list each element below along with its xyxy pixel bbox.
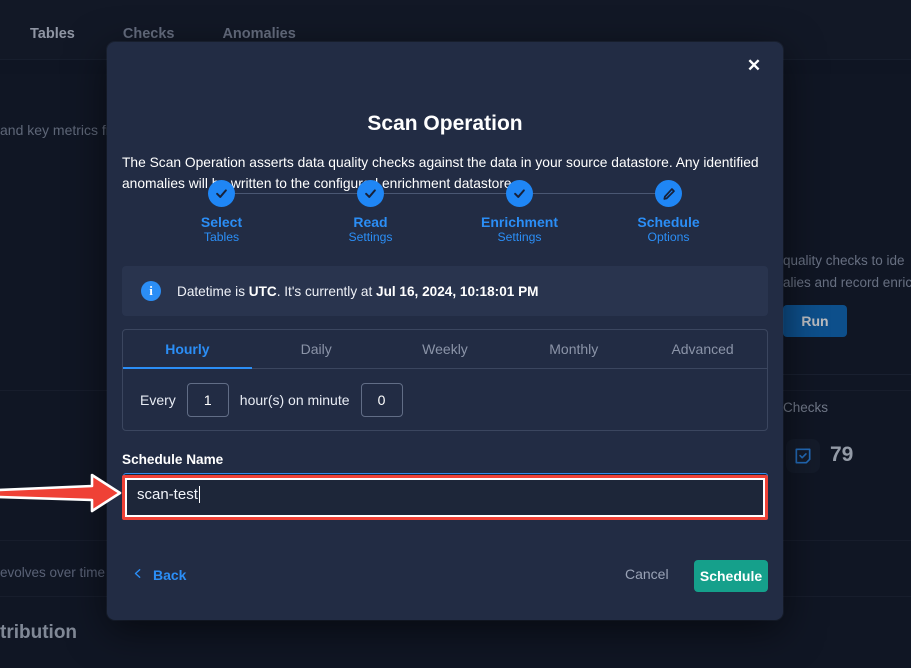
tab-monthly[interactable]: Monthly xyxy=(509,330,638,368)
step-select-tables-sub: Tables xyxy=(203,230,240,244)
schedule-tab-list: Hourly Daily Weekly Monthly Advanced xyxy=(123,330,767,369)
check-icon xyxy=(208,180,235,207)
close-icon[interactable]: ✕ xyxy=(741,52,767,78)
back-button-label: Back xyxy=(153,567,187,583)
step-schedule-options-title: Schedule xyxy=(637,214,700,230)
tab-daily[interactable]: Daily xyxy=(252,330,381,368)
step-enrichment-settings-sub: Settings xyxy=(497,230,542,244)
info-datetime: Jul 16, 2024, 10:18:01 PM xyxy=(376,283,539,299)
hours-input[interactable]: 1 xyxy=(186,383,229,417)
step-select-tables-title: Select xyxy=(200,214,243,230)
every-label: Every xyxy=(140,392,176,408)
step-read-settings[interactable]: Read Settings xyxy=(296,180,520,248)
hours-on-minute-label: hour(s) on minute xyxy=(239,392,350,408)
tab-hourly[interactable]: Hourly xyxy=(123,330,252,369)
wizard-stepper: Select Tables Read Settings Enrichment S… xyxy=(147,180,743,248)
datetime-info-banner: i Datetime is UTC. It's currently at Jul… xyxy=(122,266,768,316)
check-icon xyxy=(357,180,384,207)
schedule-name-label: Schedule Name xyxy=(122,452,224,467)
schedule-button[interactable]: Schedule xyxy=(694,560,768,592)
step-read-settings-sub: Settings xyxy=(348,230,393,244)
schedule-frequency-card: Hourly Daily Weekly Monthly Advanced Eve… xyxy=(122,329,768,431)
info-timezone: UTC xyxy=(248,283,277,299)
info-icon: i xyxy=(141,281,161,301)
dialog-title: Scan Operation xyxy=(367,112,523,135)
step-schedule-options[interactable]: Schedule Options xyxy=(594,180,743,248)
schedule-name-value: scan-test xyxy=(137,486,198,503)
back-button[interactable]: Back xyxy=(133,566,186,584)
scan-operation-dialog: ✕ Scan Operation The Scan Operation asse… xyxy=(107,42,783,620)
pencil-icon xyxy=(655,180,682,207)
info-middle: . It's currently at xyxy=(276,283,377,299)
tab-weekly[interactable]: Weekly xyxy=(381,330,510,368)
tab-advanced[interactable]: Advanced xyxy=(638,330,767,368)
datetime-info-text: Datetime is UTC. It's currently at Jul 1… xyxy=(177,284,538,299)
step-read-settings-title: Read xyxy=(353,214,388,230)
hourly-settings-row: Every 1 hour(s) on minute 0 xyxy=(123,369,767,430)
schedule-name-input[interactable]: scan-test xyxy=(123,473,768,516)
step-schedule-options-sub: Options xyxy=(647,230,690,244)
step-enrichment-settings-title: Enrichment xyxy=(480,214,558,230)
info-prefix: Datetime is xyxy=(177,283,249,299)
check-icon xyxy=(506,180,533,207)
cancel-button[interactable]: Cancel xyxy=(625,566,669,582)
text-caret xyxy=(198,486,200,503)
step-select-tables[interactable]: Select Tables xyxy=(147,180,371,248)
minute-input[interactable]: 0 xyxy=(360,383,403,417)
chevron-left-icon xyxy=(133,566,143,584)
step-enrichment-settings[interactable]: Enrichment Settings xyxy=(445,180,669,248)
